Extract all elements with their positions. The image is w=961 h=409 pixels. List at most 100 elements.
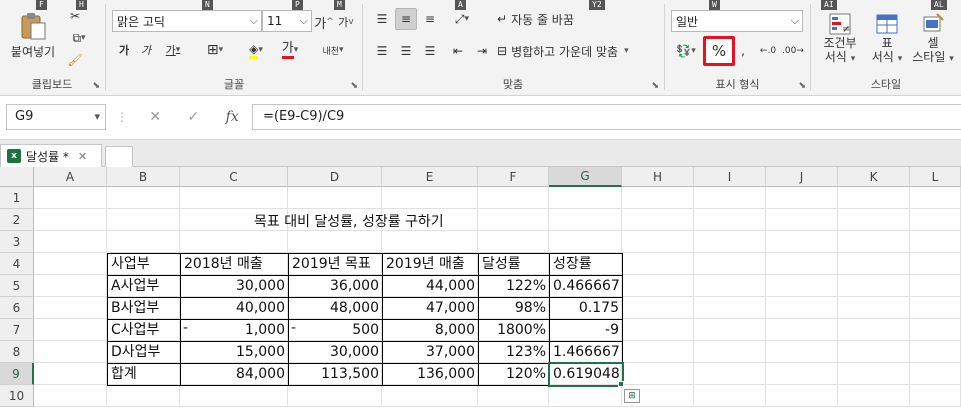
grid-cell[interactable] bbox=[478, 209, 549, 231]
grid-cell[interactable] bbox=[180, 187, 288, 209]
select-all-corner[interactable] bbox=[0, 167, 34, 187]
row-header-3[interactable]: 3 bbox=[0, 231, 34, 253]
table-header-cell[interactable]: 달성률 bbox=[478, 253, 550, 276]
grid-cell[interactable] bbox=[622, 341, 694, 363]
borders-button[interactable]: ⊞ ▾ bbox=[200, 40, 230, 60]
name-box[interactable]: G9 ▾ bbox=[6, 104, 106, 130]
grid-cell[interactable] bbox=[694, 253, 766, 275]
column-header-d[interactable]: D bbox=[288, 167, 382, 187]
align-bottom-button[interactable]: ≡ bbox=[419, 8, 441, 30]
table-cell[interactable]: 8,000 bbox=[382, 319, 479, 342]
formula-input[interactable]: =(E9-C9)/C9 bbox=[252, 104, 961, 130]
fill-color-button[interactable]: ◈ ▾ bbox=[240, 40, 272, 60]
grid-cell[interactable] bbox=[382, 385, 478, 407]
increase-indent-button[interactable]: ⇥ bbox=[471, 40, 493, 62]
grid-cell[interactable] bbox=[478, 187, 549, 209]
grid-cell[interactable] bbox=[34, 297, 107, 319]
table-header-cell[interactable]: 사업부 bbox=[107, 253, 181, 276]
grid-cell[interactable] bbox=[838, 385, 910, 407]
grid-cell[interactable] bbox=[694, 187, 766, 209]
grid-cell[interactable] bbox=[838, 341, 910, 363]
table-cell[interactable]: 30,000 bbox=[288, 341, 383, 364]
quick-analysis-icon[interactable]: ⊞ bbox=[624, 389, 640, 403]
align-center-button[interactable]: ☰ bbox=[395, 40, 417, 62]
grid-cell[interactable] bbox=[766, 341, 838, 363]
grid-cell[interactable] bbox=[478, 231, 549, 253]
enter-icon[interactable]: ✓ bbox=[187, 109, 199, 125]
grid-cell[interactable] bbox=[838, 231, 910, 253]
table-cell[interactable]: A사업부 bbox=[107, 275, 181, 298]
table-cell[interactable]: 36,000 bbox=[288, 275, 383, 298]
grid-cell[interactable] bbox=[34, 253, 107, 275]
sheet-tab[interactable]: x 달성률 * ✕ bbox=[0, 144, 102, 167]
align-middle-button[interactable]: ≡ bbox=[395, 8, 417, 30]
align-left-button[interactable]: ☰ bbox=[371, 40, 393, 62]
row-header-10[interactable]: 10 bbox=[0, 385, 34, 407]
table-cell[interactable]: 40,000 bbox=[180, 297, 289, 320]
font-name-dropdown[interactable]: 맑은 고딕 ⌵ bbox=[112, 10, 262, 32]
table-cell[interactable]: 30,000 bbox=[180, 275, 289, 298]
grid-cell[interactable] bbox=[694, 231, 766, 253]
grid-cell[interactable] bbox=[288, 187, 382, 209]
table-cell[interactable]: 37,000 bbox=[382, 341, 479, 364]
dialog-launcher-icon[interactable]: ⬊ bbox=[350, 81, 358, 91]
grid-cell[interactable] bbox=[622, 297, 694, 319]
chevron-down-icon[interactable]: ▾ bbox=[94, 110, 100, 123]
grid-cell[interactable] bbox=[766, 319, 838, 341]
grid-cell[interactable] bbox=[910, 341, 961, 363]
bold-button[interactable]: 가 bbox=[114, 40, 134, 60]
grid-cell[interactable] bbox=[694, 363, 766, 385]
grid-cell[interactable] bbox=[549, 187, 622, 209]
grid-cell[interactable] bbox=[382, 231, 478, 253]
grid-cell[interactable] bbox=[622, 363, 694, 385]
grid-cell[interactable] bbox=[766, 297, 838, 319]
grid-cell[interactable] bbox=[838, 297, 910, 319]
row-header-8[interactable]: 8 bbox=[0, 341, 34, 363]
row-header-7[interactable]: 7 bbox=[0, 319, 34, 341]
close-icon[interactable]: ✕ bbox=[78, 150, 87, 163]
format-painter-button[interactable]: 🖌 bbox=[64, 50, 86, 70]
grow-font-button[interactable]: 가 ^ bbox=[314, 12, 334, 32]
row-header-9[interactable]: 9 bbox=[0, 363, 34, 385]
grid-cell[interactable] bbox=[34, 341, 107, 363]
table-cell[interactable]: 0.466667 bbox=[549, 275, 623, 298]
table-cell[interactable]: 122% bbox=[478, 275, 550, 298]
accounting-format-button[interactable]: 💱 ▾ bbox=[671, 40, 701, 62]
conditional-formatting-button[interactable]: ≠ 조건부 서식 ▾ bbox=[817, 6, 863, 72]
grid-cell[interactable] bbox=[694, 385, 766, 407]
grid-cell[interactable] bbox=[910, 297, 961, 319]
table-header-cell[interactable]: 2019년 목표 bbox=[288, 253, 383, 276]
grid-cell[interactable] bbox=[694, 297, 766, 319]
grid-cell[interactable] bbox=[838, 209, 910, 231]
row-header-5[interactable]: 5 bbox=[0, 275, 34, 297]
grid-cell[interactable] bbox=[549, 385, 622, 407]
grid-cell[interactable] bbox=[838, 275, 910, 297]
column-header-b[interactable]: B bbox=[107, 167, 180, 187]
table-cell[interactable]: 500 bbox=[288, 319, 383, 342]
table-cell[interactable]: B사업부 bbox=[107, 297, 181, 320]
grid-cell[interactable] bbox=[694, 341, 766, 363]
grid-cell[interactable] bbox=[694, 209, 766, 231]
row-header-2[interactable]: 2 bbox=[0, 209, 34, 231]
table-header-cell[interactable]: 2018년 매출 bbox=[180, 253, 289, 276]
column-header-a[interactable]: A bbox=[34, 167, 107, 187]
grid-cell[interactable] bbox=[910, 253, 961, 275]
table-cell[interactable]: 84,000 bbox=[180, 363, 289, 386]
grid-cell[interactable] bbox=[622, 209, 694, 231]
grid-cell[interactable] bbox=[766, 209, 838, 231]
row-header-4[interactable]: 4 bbox=[0, 253, 34, 275]
grid-cell[interactable] bbox=[288, 385, 382, 407]
table-header-cell[interactable]: 성장률 bbox=[549, 253, 623, 276]
column-header-g[interactable]: G bbox=[549, 167, 622, 187]
increase-decimal-button[interactable]: ←.0 bbox=[757, 40, 779, 62]
table-cell[interactable]: 15,000 bbox=[180, 341, 289, 364]
table-cell[interactable]: 1.466667 bbox=[549, 341, 623, 364]
copy-button[interactable]: ⧉ ▾ bbox=[64, 28, 94, 48]
grid-cell[interactable] bbox=[622, 253, 694, 275]
grid-cell[interactable] bbox=[766, 363, 838, 385]
wrap-text-button[interactable]: ↵ 자동 줄 바꿈 bbox=[497, 8, 597, 30]
column-header-l[interactable]: L bbox=[910, 167, 961, 187]
grid-cell[interactable] bbox=[766, 275, 838, 297]
format-as-table-button[interactable]: 표 서식 ▾ bbox=[867, 6, 907, 72]
row-header-6[interactable]: 6 bbox=[0, 297, 34, 319]
